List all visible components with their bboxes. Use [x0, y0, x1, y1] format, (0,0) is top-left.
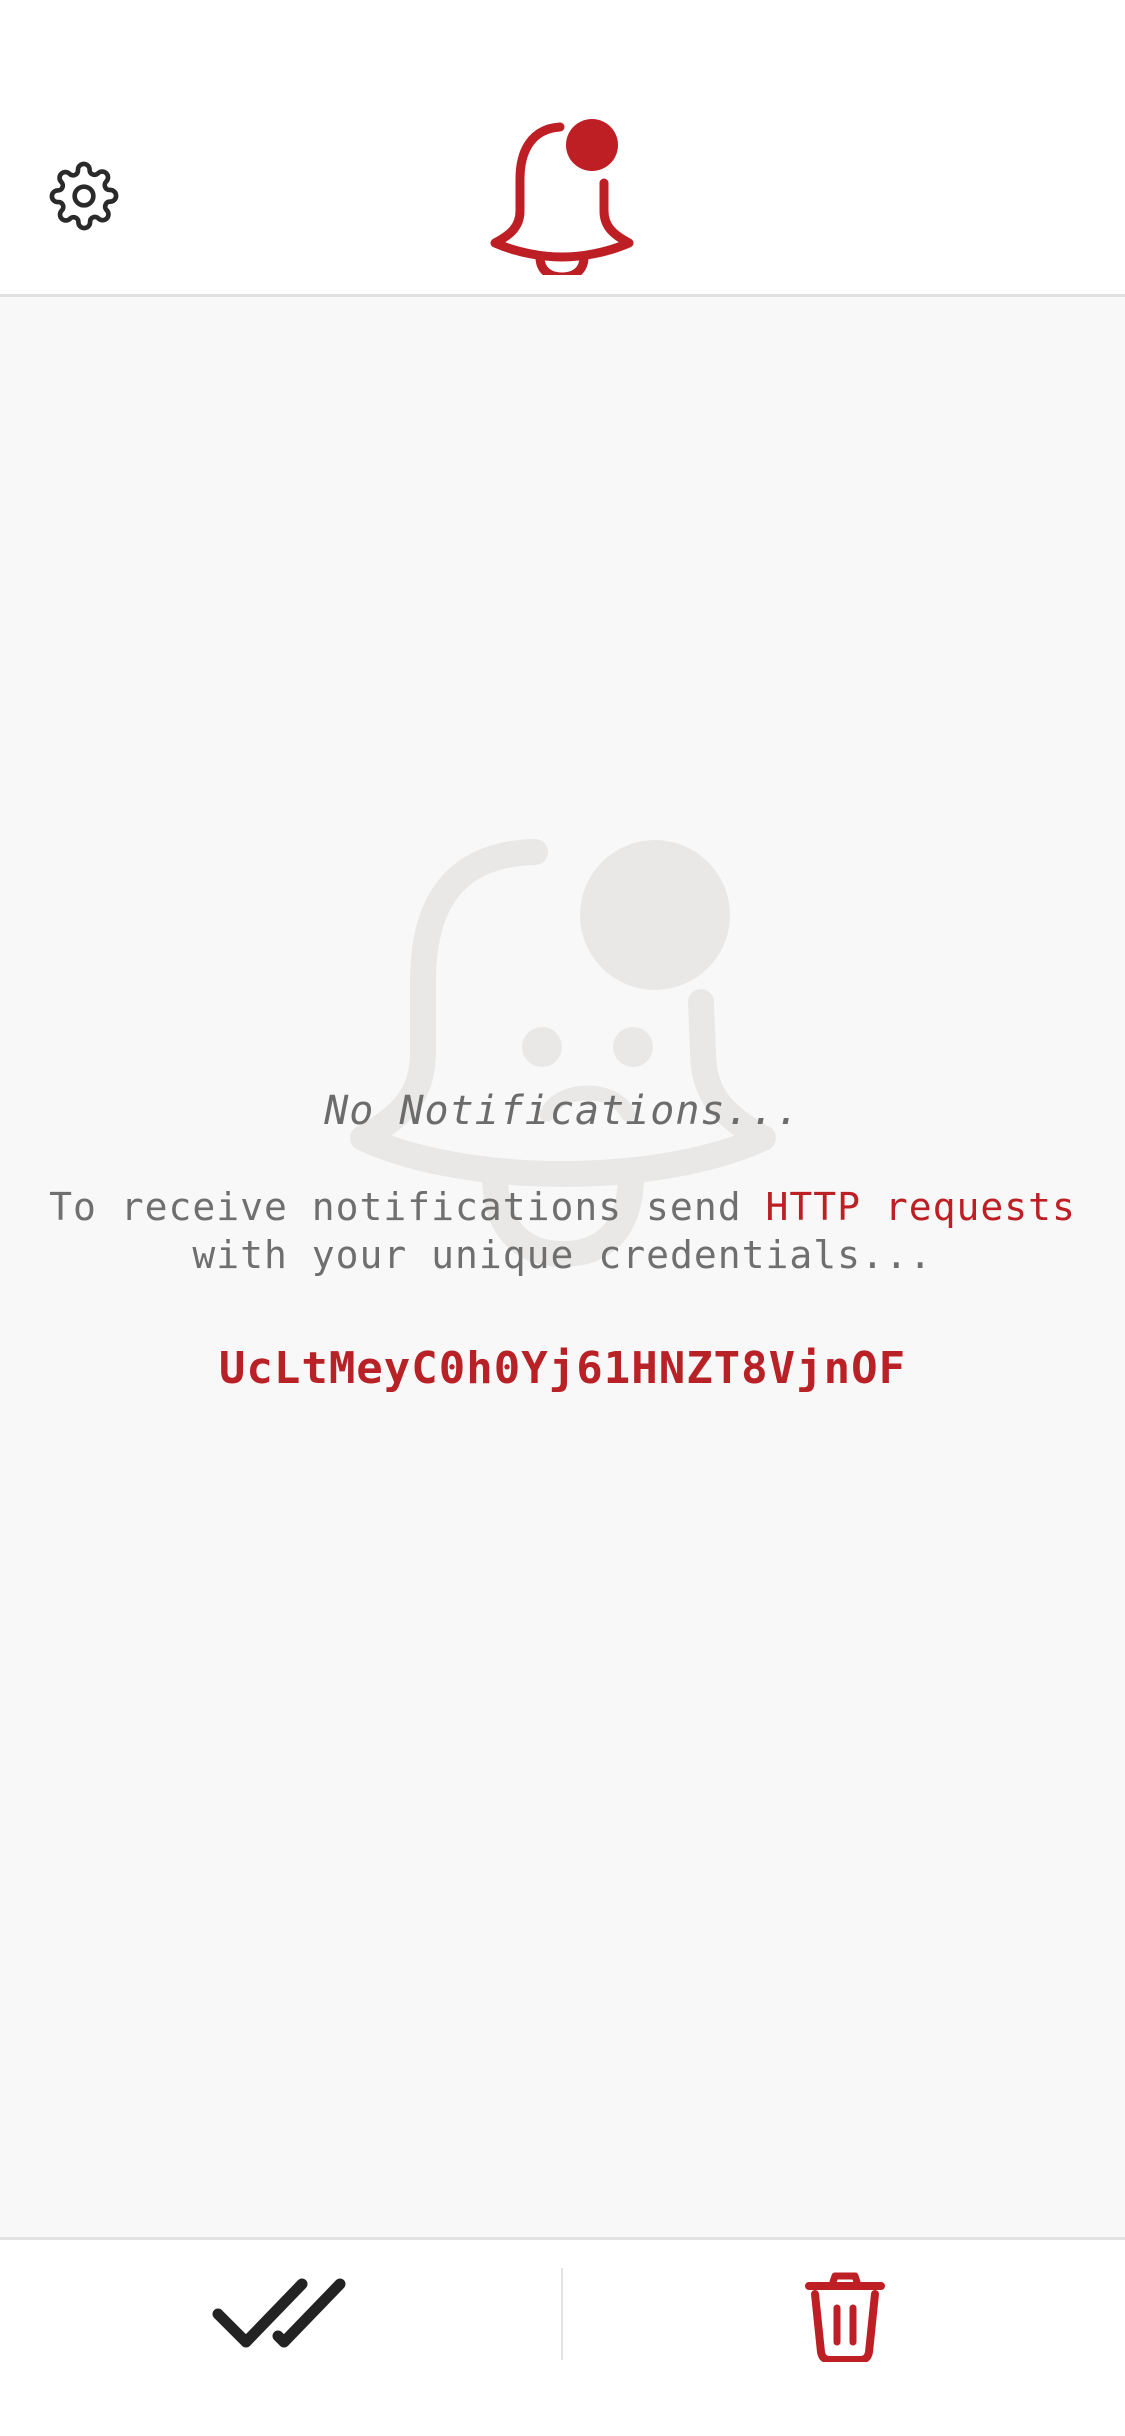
gear-icon — [49, 161, 119, 231]
top-bar — [0, 0, 1125, 297]
description-text: To receive notifications send — [49, 1185, 766, 1229]
delete-all-button[interactable] — [790, 2262, 900, 2372]
settings-button[interactable] — [38, 150, 130, 242]
empty-title: No Notifications... — [324, 1088, 801, 1134]
description-text-end: with your unique credentials... — [192, 1233, 933, 1277]
mark-all-read-button[interactable] — [205, 2270, 355, 2360]
empty-state: No Notifications... To receive notificat… — [0, 297, 1125, 2237]
bottom-divider — [561, 2268, 563, 2360]
bottom-bar — [0, 2237, 1125, 2436]
bell-with-badge-icon — [490, 119, 634, 275]
credential-token[interactable]: UcLtMeyC0h0Yj61HNZT8VjnOF — [0, 1343, 1125, 1394]
empty-description: To receive notifications send HTTP reque… — [40, 1183, 1085, 1279]
http-requests-link[interactable]: HTTP requests — [765, 1185, 1075, 1229]
notifications-screen: No Notifications... To receive notificat… — [0, 0, 1125, 2436]
double-check-icon — [212, 2278, 346, 2348]
trash-icon — [805, 2272, 885, 2362]
